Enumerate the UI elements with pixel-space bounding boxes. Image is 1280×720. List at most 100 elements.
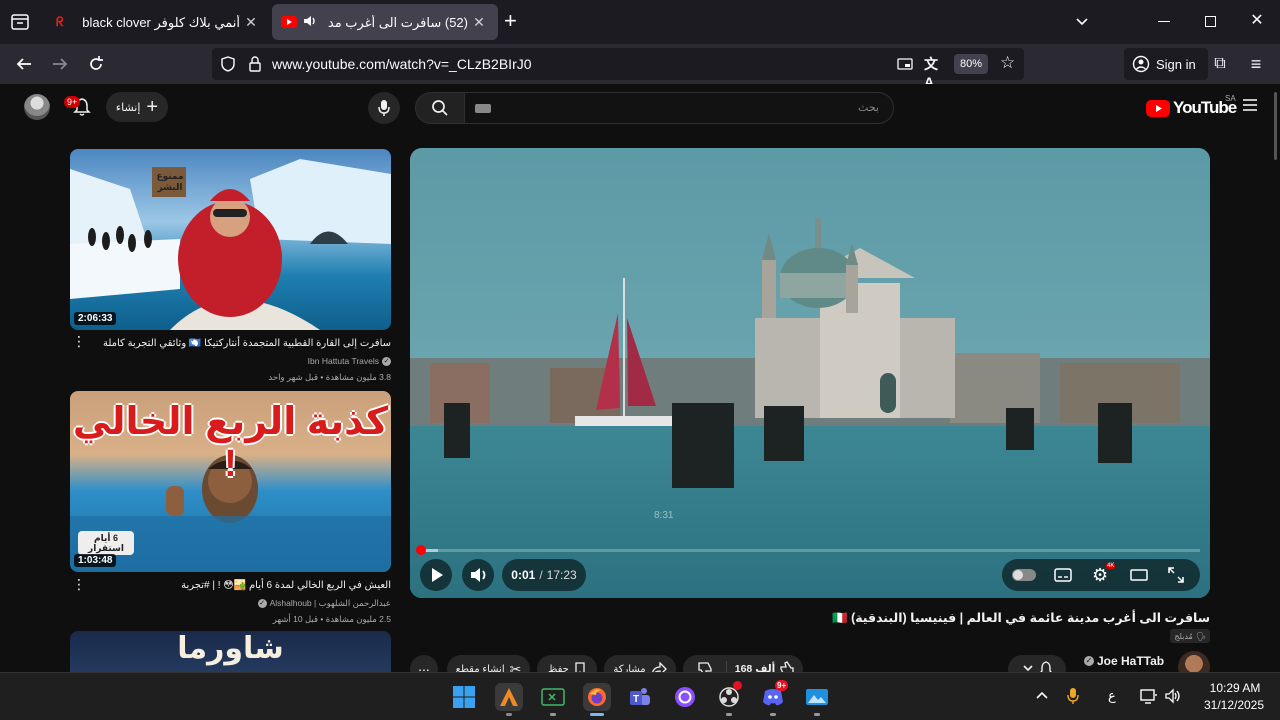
circle-app-icon[interactable] xyxy=(671,683,699,711)
obs-recorder-icon[interactable] xyxy=(715,681,743,711)
shield-icon[interactable] xyxy=(220,56,236,72)
extensions-icon[interactable]: ⧉ xyxy=(1206,50,1234,78)
page-scrollbar[interactable] xyxy=(1274,92,1277,160)
thumbnail-badge: 6 أيام استقرار xyxy=(78,531,134,555)
search-button[interactable] xyxy=(415,92,465,124)
windows-taskbar: T 9+ ع 10:29 AM 31/12/2025 xyxy=(0,672,1280,720)
thumbnail-sign-text: ممنوع البشر xyxy=(156,171,184,192)
channel-name: Ibn Hattuta Travels xyxy=(307,356,379,366)
list-all-tabs-chevron-icon[interactable] xyxy=(1074,14,1090,30)
account-icon xyxy=(1132,55,1150,73)
recommended-title[interactable]: العيش في الربع الخالي لمدة 6 أيام 🏜️😳 ! … xyxy=(181,580,391,591)
browser-navbar: www.youtube.com/watch?v=_CLzB2BIrJ0 文A 8… xyxy=(0,44,1280,90)
video-frame-venice xyxy=(410,148,1210,598)
create-label: إنشاء xyxy=(115,101,141,114)
app-menu-icon[interactable]: ≡ xyxy=(1242,50,1270,78)
antarctica-scene xyxy=(70,159,391,330)
restore-window-icon[interactable] xyxy=(1205,16,1216,27)
teams-icon[interactable]: T xyxy=(626,683,654,711)
youtube-favicon-icon xyxy=(281,16,297,28)
subtitles-icon[interactable] xyxy=(1054,567,1072,583)
lock-icon[interactable] xyxy=(248,55,262,73)
discord-badge: 9+ xyxy=(775,680,789,691)
translate-icon[interactable]: 文A xyxy=(924,54,944,90)
verified-icon: ✓ xyxy=(1084,656,1094,666)
new-tab-icon[interactable]: + xyxy=(504,10,524,34)
region-code: SA xyxy=(1225,94,1236,103)
more-options-icon[interactable]: ⋮ xyxy=(72,334,86,348)
recommended-channel[interactable]: ✓ Ibn Hattuta Travels xyxy=(308,356,391,366)
photos-app-icon[interactable] xyxy=(803,683,831,711)
app-launcher-a-icon[interactable] xyxy=(495,683,523,711)
recommended-thumbnail[interactable]: كذبة الربع الخالي ! 6 أيام استقرار 1:03:… xyxy=(70,391,391,572)
youtube-logo[interactable]: YouTube xyxy=(1146,96,1237,120)
notification-count-badge: 9+ xyxy=(64,96,81,108)
speaker-icon[interactable] xyxy=(302,13,318,29)
mute-button[interactable] xyxy=(462,559,494,591)
clock-date[interactable]: 31/12/2025 xyxy=(1196,698,1272,712)
video-player[interactable]: 8:31 0:01 / 17:23 ⚙ 4K xyxy=(410,148,1210,598)
autoplay-toggle[interactable] xyxy=(1012,569,1036,581)
close-window-icon[interactable]: ✕ xyxy=(1248,12,1266,30)
channel-name-row[interactable]: ✓ Joe HaTTab xyxy=(1084,654,1170,668)
terminal-app-icon[interactable] xyxy=(539,683,567,711)
clock-time[interactable]: 10:29 AM xyxy=(1200,681,1270,695)
keyboard-icon[interactable] xyxy=(475,104,491,113)
scrubber-handle[interactable] xyxy=(416,545,426,555)
recommended-views: 2.5 مليون مشاهدة • قبل 10 أشهر xyxy=(272,614,391,624)
channel-name: Joe HaTTab xyxy=(1097,654,1165,668)
show-hidden-icons-chevron-icon[interactable] xyxy=(1035,689,1049,703)
video-duration: 1:03:48 xyxy=(74,554,117,567)
thumbnail-headline: شاورما xyxy=(177,632,284,665)
tab-youtube-active[interactable]: (52) سافرت الى أغرب مدينة ✕ xyxy=(272,4,498,40)
recommended-thumbnail[interactable]: ممنوع البشر 2:06:33 xyxy=(70,149,391,330)
voice-search-mic-icon[interactable] xyxy=(368,92,400,124)
time-separator: / xyxy=(539,568,543,582)
bookmark-star-icon[interactable]: ☆ xyxy=(1000,54,1018,72)
windows-start-icon[interactable] xyxy=(450,683,478,711)
right-controls: ⚙ 4K xyxy=(1002,559,1200,591)
network-icon[interactable] xyxy=(1140,687,1158,705)
close-tab-icon[interactable]: ✕ xyxy=(242,13,260,31)
recommended-channel[interactable]: عبدالرحمن الشلهوب | Alshalhoub ✓ xyxy=(257,598,391,609)
zoom-level[interactable]: 80% xyxy=(954,54,988,74)
microphone-in-use-icon[interactable] xyxy=(1066,686,1080,706)
theater-mode-icon[interactable] xyxy=(1130,567,1148,583)
recommended-title[interactable]: سافرت إلى القارة القطبية المتجمدة أنتارك… xyxy=(103,338,391,349)
play-button[interactable] xyxy=(420,559,452,591)
input-language-indicator[interactable]: ع xyxy=(1108,688,1116,704)
tab-label: (52) سافرت الى أغرب مدينة xyxy=(328,15,468,30)
search-input[interactable]: بحث xyxy=(464,92,894,124)
quality-badge: 4K xyxy=(1106,563,1116,569)
running-indicator xyxy=(726,713,732,716)
recommended-thumbnail[interactable]: شاورما xyxy=(70,631,391,672)
total-time: 17:23 xyxy=(546,568,577,582)
running-indicator xyxy=(590,713,604,716)
firefox-view-icon[interactable] xyxy=(10,12,30,32)
tab-label: أنمي بلاك كلوفر black clover - ال xyxy=(80,15,240,30)
search-placeholder: بحث xyxy=(858,102,879,114)
minimize-window-icon[interactable] xyxy=(1158,21,1170,22)
progress-bar[interactable] xyxy=(416,545,1200,555)
url-bar[interactable]: www.youtube.com/watch?v=_CLzB2BIrJ0 文A 8… xyxy=(212,48,1024,90)
url-text[interactable]: www.youtube.com/watch?v=_CLzB2BIrJ0 xyxy=(272,56,532,72)
create-button[interactable]: إنشاء + xyxy=(106,92,168,122)
avatar[interactable] xyxy=(24,94,50,120)
more-options-icon[interactable]: ⋮ xyxy=(72,577,86,591)
dub-voice-icon: 🗣 xyxy=(1195,631,1206,641)
guide-menu-icon[interactable] xyxy=(1242,98,1258,112)
picture-in-picture-icon[interactable] xyxy=(897,56,913,72)
reload-icon[interactable] xyxy=(82,50,110,78)
tab-black-clover[interactable]: ᖇ أنمي بلاك كلوفر black clover - ال ✕ xyxy=(44,4,270,40)
running-indicator xyxy=(550,713,556,716)
fullscreen-icon[interactable] xyxy=(1168,567,1184,583)
sign-in-button[interactable]: Sign in xyxy=(1124,48,1208,80)
discord-icon[interactable]: 9+ xyxy=(759,680,789,711)
close-tab-icon[interactable]: ✕ xyxy=(470,13,488,31)
volume-icon[interactable] xyxy=(1164,687,1182,705)
forward-arrow-icon[interactable] xyxy=(46,50,74,78)
firefox-icon[interactable] xyxy=(583,683,611,711)
running-indicator xyxy=(770,713,776,716)
verified-icon: ✓ xyxy=(382,356,391,366)
back-arrow-icon[interactable] xyxy=(10,50,38,78)
